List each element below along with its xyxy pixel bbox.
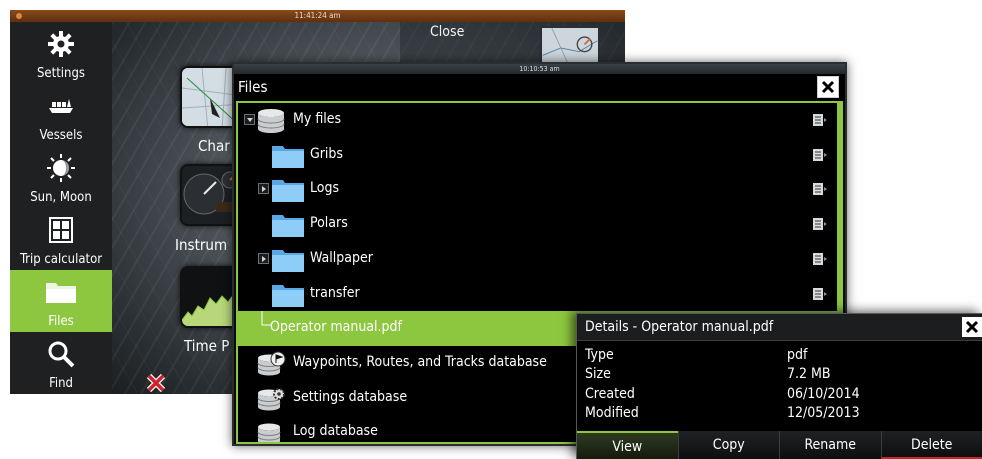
alert-dot-icon	[16, 13, 22, 19]
sidebar-item-sun-moon[interactable]: Sun, Moon	[10, 146, 112, 208]
details-value: 12/05/2013	[787, 405, 860, 421]
file-name: Waypoints, Routes, and Tracks database	[293, 353, 547, 370]
details-button-bar: View Copy Rename Delete	[577, 431, 982, 459]
folder-icon	[272, 180, 304, 203]
calculator-icon	[10, 214, 112, 246]
sidebar-item-label: Sun, Moon	[30, 190, 92, 205]
sidebar-item-label: Settings	[37, 66, 85, 81]
file-name: Settings database	[293, 388, 408, 405]
file-row-transfer[interactable]: transfer	[238, 277, 841, 312]
sidebar-item-label: Trip calculator	[19, 252, 103, 267]
folder-icon	[272, 215, 304, 238]
sidebar-item-label: Vessels	[39, 128, 83, 143]
copy-button[interactable]: Copy	[677, 431, 779, 459]
file-name: Polars	[310, 215, 348, 232]
context-menu-icon[interactable]	[813, 183, 827, 196]
settings-database-icon	[257, 387, 285, 411]
files-status-bar: 10:10:53 am	[234, 64, 845, 74]
context-menu-icon[interactable]	[813, 114, 827, 126]
files-title: Files	[238, 78, 268, 96]
details-value: 7.2 MB	[787, 366, 831, 382]
details-header: Details - Operator manual.pdf	[577, 314, 982, 341]
close-icon	[965, 320, 979, 334]
context-menu-icon[interactable]	[813, 287, 827, 300]
file-row-polars[interactable]: Polars	[238, 207, 841, 242]
details-close-button[interactable]	[962, 317, 982, 337]
folder-icon	[272, 249, 304, 272]
delete-button[interactable]: Delete	[880, 431, 982, 459]
details-key: Created	[585, 386, 635, 402]
sidebar-item-vessels[interactable]: Vessels	[10, 84, 112, 146]
sidebar: Settings Vessels Sun, Moon Trip calculat…	[10, 22, 112, 394]
file-name: transfer	[310, 284, 360, 301]
file-name: Wallpaper	[310, 249, 373, 266]
details-value: 06/10/2014	[787, 386, 860, 402]
folder-icon	[272, 145, 304, 168]
collapse-expander-icon[interactable]	[244, 114, 255, 125]
file-row-my-files[interactable]: My files	[238, 103, 841, 138]
expand-expander-icon[interactable]	[258, 183, 269, 195]
context-menu-icon[interactable]	[813, 148, 827, 161]
details-key: Type	[585, 347, 614, 363]
folder-icon	[10, 276, 112, 308]
file-row-logs[interactable]: Logs	[238, 172, 841, 207]
sidebar-item-settings[interactable]: Settings	[10, 22, 112, 84]
details-panel: Details - Operator manual.pdf Type pdf S…	[576, 313, 982, 459]
expand-expander-icon[interactable]	[258, 252, 269, 264]
timeplot-tile-label: Time P	[184, 337, 230, 355]
folder-icon	[272, 284, 304, 307]
sidebar-item-find[interactable]: Find	[10, 332, 112, 394]
details-key: Modified	[585, 405, 639, 421]
details-key: Size	[585, 366, 611, 382]
file-name: Log database	[293, 423, 378, 440]
database-icon	[257, 109, 285, 133]
sidebar-item-label: Find	[49, 376, 73, 391]
details-row-modified: Modified 12/05/2013	[577, 404, 982, 424]
rename-button[interactable]: Rename	[779, 431, 881, 459]
status-bar: 11:41:24 am	[10, 10, 625, 22]
sun-moon-icon	[10, 152, 112, 184]
file-name: Logs	[310, 180, 340, 197]
search-icon	[10, 338, 112, 370]
vessels-icon	[10, 90, 112, 122]
details-title: Details - Operator manual.pdf	[585, 319, 774, 335]
files-close-button[interactable]	[817, 76, 839, 98]
database-icon	[257, 423, 281, 442]
file-row-gribs[interactable]: Gribs	[238, 138, 841, 173]
gear-icon	[10, 28, 112, 60]
files-status-clock: 10:10:53 am	[519, 65, 560, 73]
sidebar-item-label: Files	[48, 314, 74, 329]
file-row-wallpaper[interactable]: Wallpaper	[238, 242, 841, 277]
sidebar-item-files[interactable]: Files	[10, 270, 112, 332]
file-name: Gribs	[310, 145, 343, 162]
file-name: My files	[293, 111, 342, 127]
files-header: Files	[234, 74, 845, 101]
details-row-created: Created 06/10/2014	[577, 385, 982, 405]
details-row-type: Type pdf	[577, 346, 982, 366]
chart-tile-label: Char	[198, 137, 230, 155]
sidebar-item-trip-calculator[interactable]: Trip calculator	[10, 208, 112, 270]
view-button[interactable]: View	[577, 431, 678, 459]
mob-x-icon[interactable]	[146, 373, 166, 397]
context-menu-icon[interactable]	[813, 218, 827, 231]
instruments-tile-label: Instrum	[175, 236, 228, 254]
close-icon	[821, 80, 835, 94]
details-value: pdf	[787, 347, 808, 363]
context-menu-icon[interactable]	[813, 252, 827, 265]
waypoint-database-icon	[257, 351, 286, 376]
status-clock: 11:41:24 am	[294, 11, 341, 20]
file-name: Operator manual.pdf	[270, 319, 402, 336]
close-button[interactable]: Close	[430, 24, 464, 40]
details-row-size: Size 7.2 MB	[577, 365, 982, 385]
